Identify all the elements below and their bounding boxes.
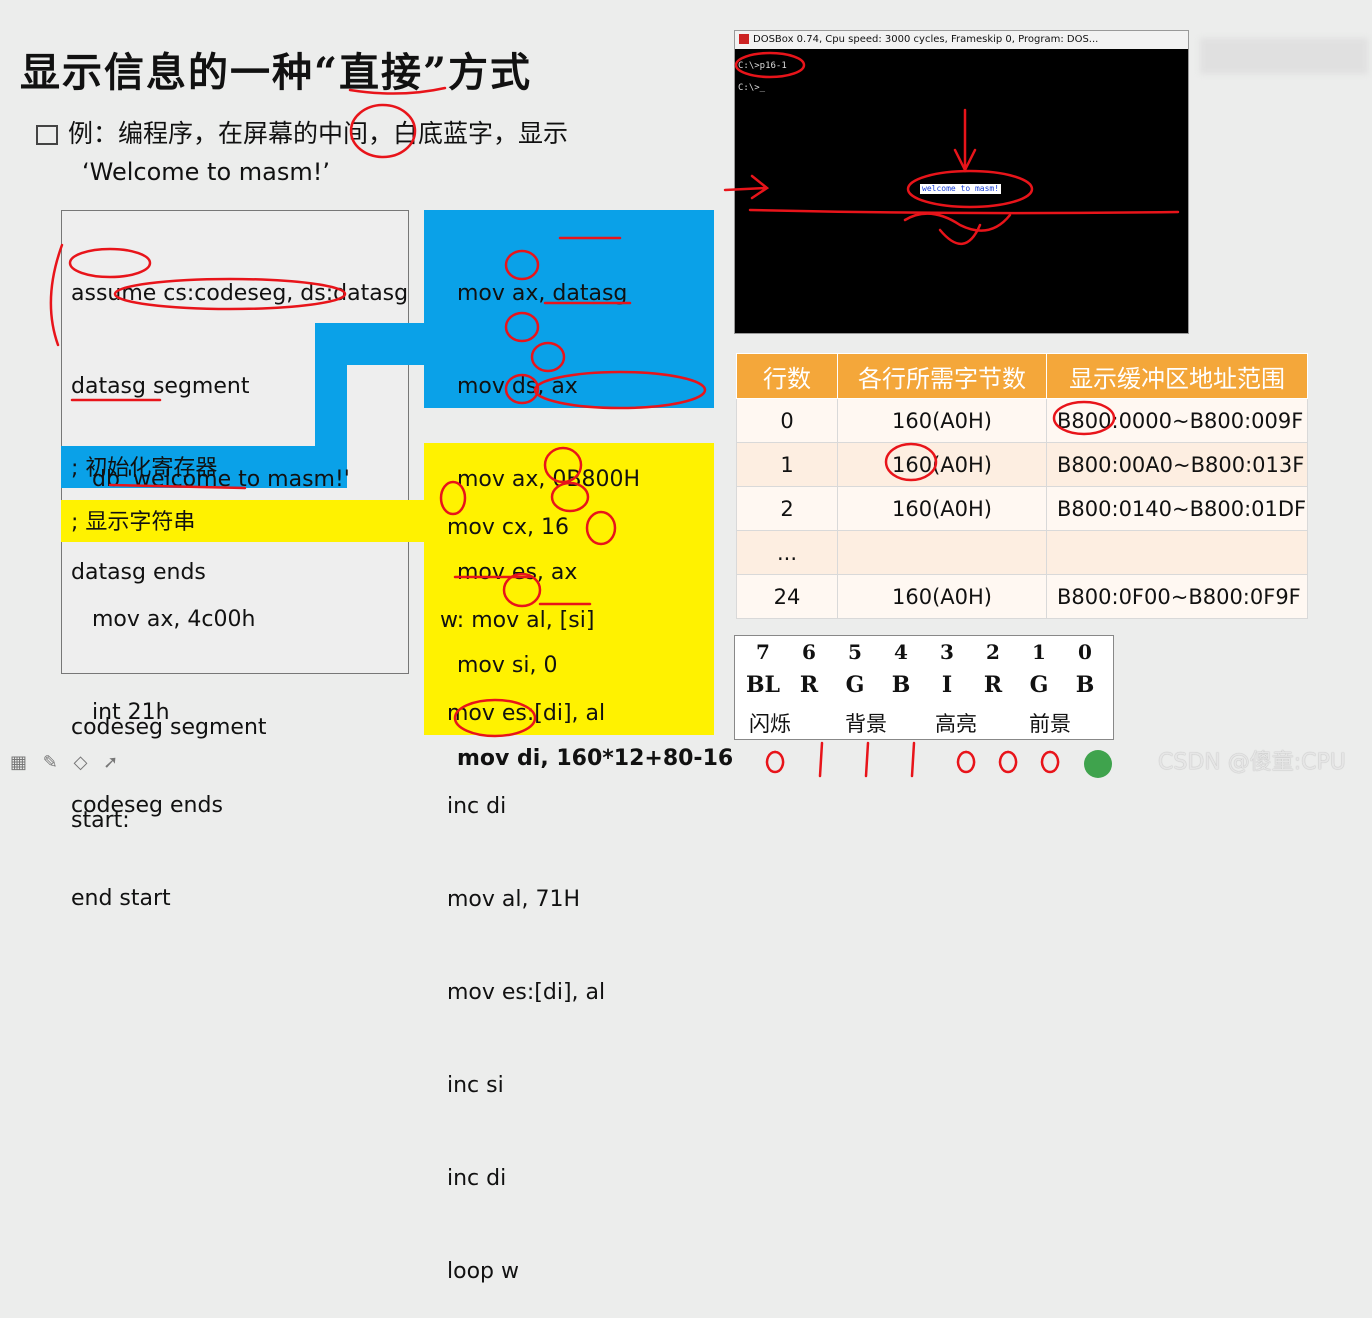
bit-name: B: [1075, 672, 1095, 698]
grid-icon[interactable]: ▦: [10, 752, 27, 773]
col-header-address: 显示缓冲区地址范围: [1045, 353, 1309, 399]
bit-number: 4: [894, 640, 908, 664]
attribute-byte-diagram: 7 6 5 4 3 2 1 0 BL R G B I R G B 闪烁 背景 高…: [734, 635, 1114, 740]
bit-value-0d: [1040, 750, 1060, 774]
cell: B800:0140~B800:01DF: [1045, 486, 1309, 531]
code-line: codeseg ends: [71, 793, 223, 818]
code-line: mov es:[di], al: [440, 701, 606, 726]
code-line: int 21h: [71, 700, 170, 725]
bit-number: 2: [986, 640, 1000, 664]
bit-value-1c: [910, 741, 916, 778]
code-line: inc di: [440, 1166, 507, 1191]
dosbox-title: DOSBox 0.74, Cpu speed: 3000 cycles, Fra…: [753, 34, 1099, 45]
group-blink: 闪烁: [749, 712, 791, 736]
col-header-bytes: 各行所需字节数: [837, 353, 1047, 399]
code-line: mov ds, ax: [457, 374, 578, 399]
code-line: inc si: [440, 1073, 504, 1098]
slide-title: 显示信息的一种“直接”方式: [20, 49, 533, 96]
code-left-tail: mov ax, 4c00h int 21h codeseg ends end s…: [71, 542, 255, 945]
pen-icon[interactable]: ✎: [43, 752, 58, 773]
bit-value-0: [765, 750, 785, 774]
code-line: loop w: [440, 1259, 519, 1284]
cell: 0: [736, 398, 838, 443]
example-line-2: ‘Welcome to masm!’: [82, 158, 330, 186]
code-line: w: mov al, [si]: [440, 608, 595, 633]
bullet-icon: [36, 125, 58, 145]
cell: 160(A0H): [837, 486, 1047, 531]
init-comment: ; 初始化寄存器: [71, 456, 218, 481]
code-line: mov ax, 4c00h: [71, 607, 256, 632]
presentation-toolbar: ▦ ✎ ◇ ➚: [10, 752, 118, 773]
code-line: mov es:[di], al: [440, 980, 606, 1005]
eraser-icon[interactable]: ◇: [74, 752, 88, 773]
code-line: mov ax, datasg: [457, 281, 628, 306]
dosbox-app-icon: [739, 34, 749, 44]
cell: [837, 530, 1047, 575]
cell: 160(A0H): [837, 442, 1047, 487]
cell: ...: [736, 530, 838, 575]
bit-name: B: [891, 672, 911, 698]
group-foreground: 前景: [1029, 712, 1071, 736]
example-line-1: 例：编程序，在屏幕的中间，白底蓝字，显示: [68, 119, 569, 148]
bit-name: R: [799, 672, 819, 698]
dos-output-text: welcome to masm!: [920, 184, 1002, 194]
code-line: inc di: [440, 794, 507, 819]
display-buffer-table: 行数 各行所需字节数 显示缓冲区地址范围 0 160(A0H) B800:000…: [736, 353, 1309, 619]
cell: B800:0F00~B800:0F9F: [1045, 574, 1309, 619]
table-header-row: 行数 各行所需字节数 显示缓冲区地址范围: [736, 353, 1309, 399]
bit-number: 0: [1078, 640, 1092, 664]
cell: 2: [736, 486, 838, 531]
col-header-row: 行数: [736, 353, 838, 399]
group-intensity: 高亮: [935, 712, 977, 736]
table-row: 1 160(A0H) B800:00A0~B800:013F: [736, 442, 1309, 487]
bit-value-1a: [818, 741, 824, 778]
cursor-indicator-icon: [1084, 750, 1112, 778]
cell: 160(A0H): [837, 398, 1047, 443]
code-line: end start: [71, 886, 171, 911]
yellow-code: mov cx, 16 w: mov al, [si] mov es:[di], …: [440, 450, 605, 1318]
cell: 1: [736, 442, 838, 487]
cell: 160(A0H): [837, 574, 1047, 619]
bit-number: 7: [756, 640, 770, 664]
bit-name: I: [941, 672, 953, 698]
code-line: datasg segment: [71, 374, 250, 399]
dos-prompt: C:\>_: [738, 83, 766, 93]
group-background: 背景: [845, 712, 887, 736]
dosbox-window[interactable]: DOSBox 0.74, Cpu speed: 3000 cycles, Fra…: [734, 30, 1189, 334]
bit-name: R: [983, 672, 1003, 698]
cell: [1045, 530, 1309, 575]
table-row: ...: [736, 530, 1309, 575]
code-line: assume cs:codeseg, ds:datasg: [71, 281, 409, 306]
bit-name: G: [845, 672, 865, 698]
cell: B800:00A0~B800:013F: [1045, 442, 1309, 487]
bit-number: 3: [940, 640, 954, 664]
display-comment: ; 显示字符串: [71, 510, 196, 535]
code-line: mov cx, 16: [440, 515, 569, 540]
dosbox-titlebar[interactable]: DOSBox 0.74, Cpu speed: 3000 cycles, Fra…: [735, 31, 1188, 49]
table-row: 2 160(A0H) B800:0140~B800:01DF: [736, 486, 1309, 531]
table-row: 24 160(A0H) B800:0F00~B800:0F9F: [736, 574, 1309, 619]
bit-value-0b: [956, 750, 976, 774]
table-row: 0 160(A0H) B800:0000~B800:009F: [736, 398, 1309, 443]
bit-value-1b: [864, 741, 870, 778]
bit-number: 6: [802, 640, 816, 664]
bit-name: BL: [745, 672, 781, 698]
pointer-icon[interactable]: ➚: [103, 752, 118, 773]
blurred-region: [1200, 38, 1368, 74]
example-text: 例：编程序，在屏幕的中间，白底蓝字，显示: [36, 114, 568, 150]
cell: 24: [736, 574, 838, 619]
bit-numbers: 7 6 5 4 3 2 1 0: [741, 640, 1107, 664]
cell: B800:0000~B800:009F: [1045, 398, 1309, 443]
bit-value-0c: [998, 750, 1018, 774]
bit-number: 1: [1032, 640, 1046, 664]
bit-number: 5: [848, 640, 862, 664]
watermark: CSDN @傻童:CPU: [1158, 750, 1346, 775]
code-line: mov al, 71H: [440, 887, 581, 912]
dos-command-line: C:\>p16-1: [738, 61, 787, 71]
bit-names: BL R G B I R G B: [741, 672, 1107, 698]
bit-name: G: [1029, 672, 1049, 698]
